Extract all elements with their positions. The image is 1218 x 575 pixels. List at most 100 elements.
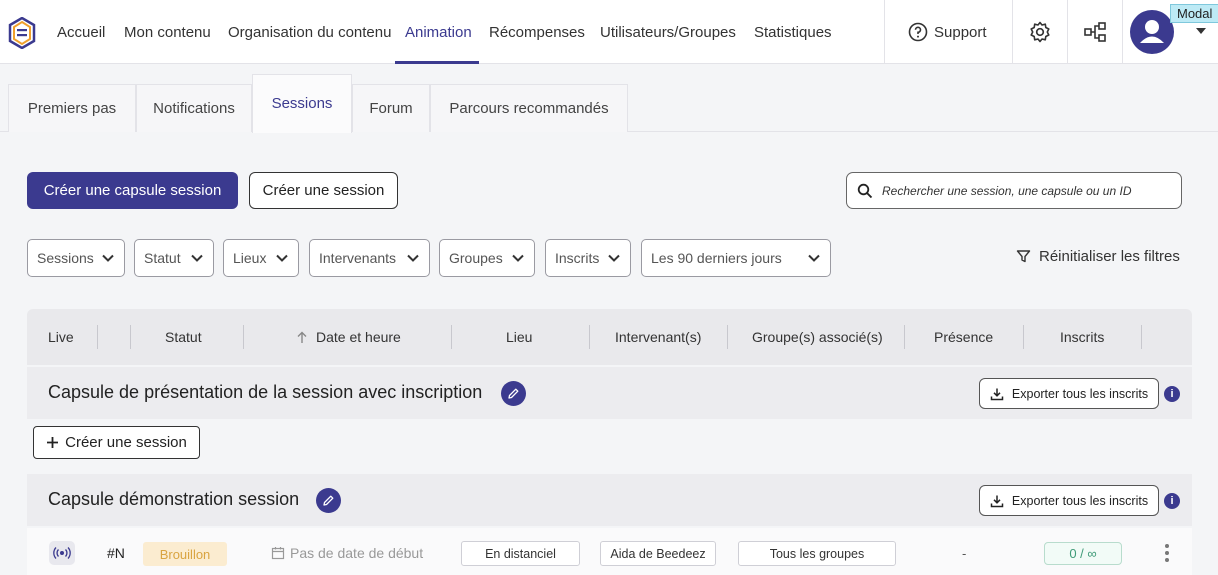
groups-chip: Tous les groupes — [738, 541, 896, 566]
account-dropdown-caret[interactable] — [1196, 28, 1206, 34]
table-row[interactable]: #N Brouillon Pas de date de début En dis… — [27, 528, 1192, 575]
session-id: #N — [107, 545, 125, 561]
column-separator — [727, 325, 728, 349]
chevron-down-icon — [608, 254, 620, 262]
support-label: Support — [934, 23, 987, 41]
create-capsule-button[interactable]: Créer une capsule session — [27, 172, 238, 209]
nav-item-mon-contenu[interactable]: Mon contenu — [124, 24, 211, 41]
user-avatar[interactable] — [1130, 10, 1174, 54]
capsule-row: Capsule de présentation de la session av… — [27, 367, 1192, 419]
status-badge: Brouillon — [143, 542, 227, 566]
capsule-title: Capsule de présentation de la session av… — [48, 382, 483, 402]
column-separator — [904, 325, 905, 349]
more-options-icon[interactable] — [1162, 544, 1172, 562]
table-header: Live Statut Date et heure Lieu Intervena… — [27, 309, 1192, 365]
column-separator — [243, 325, 244, 349]
speaker-chip: Aida de Beedeez — [600, 541, 716, 566]
filter-label: Intervenants — [319, 250, 397, 266]
gear-icon[interactable] — [1028, 20, 1052, 44]
location-chip: En distanciel — [461, 541, 580, 566]
search-input[interactable] — [882, 183, 1172, 198]
column-separator — [1023, 325, 1024, 349]
info-icon[interactable]: i — [1164, 493, 1180, 509]
info-icon[interactable]: i — [1164, 386, 1180, 402]
reset-filters-button[interactable]: Réinitialiser les filtres — [1016, 248, 1180, 265]
modal-tag: Modal — [1170, 4, 1218, 23]
chevron-down-icon — [276, 254, 288, 262]
nav-item-recompenses[interactable]: Récompenses — [489, 24, 585, 41]
chevron-down-icon — [102, 254, 114, 262]
capsule-title: Capsule démonstration session — [48, 489, 300, 509]
divider — [1012, 0, 1013, 64]
filter-label: Groupes — [449, 250, 503, 266]
divider — [884, 0, 885, 64]
nav-item-accueil[interactable]: Accueil — [57, 24, 105, 41]
create-session-button[interactable]: Créer une session — [249, 172, 398, 209]
edit-capsule-button[interactable] — [501, 381, 526, 406]
nav-item-animation[interactable]: Animation — [405, 24, 472, 41]
column-separator — [1141, 325, 1142, 349]
calendar-icon — [271, 547, 285, 560]
nav-item-statistiques[interactable]: Statistiques — [754, 24, 832, 41]
top-navigation: Accueil Mon contenu Organisation du cont… — [0, 0, 1218, 64]
search-icon — [857, 183, 873, 198]
column-header-live[interactable]: Live — [48, 329, 74, 345]
sort-arrow-up-icon[interactable] — [296, 331, 308, 344]
column-header-presence[interactable]: Présence — [934, 329, 993, 345]
search-box — [846, 172, 1182, 209]
filter-label: Inscrits — [555, 250, 600, 266]
filter-inscrits[interactable]: Inscrits — [545, 239, 631, 277]
pencil-icon — [508, 388, 519, 399]
presence-value: - — [962, 546, 967, 561]
add-session-button[interactable]: Créer une session — [33, 426, 200, 459]
filter-label: Lieux — [233, 250, 267, 266]
user-icon — [1140, 20, 1164, 43]
tab-sessions[interactable]: Sessions — [252, 74, 352, 133]
divider — [1067, 0, 1068, 64]
column-header-statut[interactable]: Statut — [165, 329, 202, 345]
filter-lieux[interactable]: Lieux — [223, 239, 299, 277]
filter-icon — [1016, 250, 1031, 263]
filter-label: Sessions — [37, 250, 94, 266]
column-header-inscrits[interactable]: Inscrits — [1060, 329, 1104, 345]
nav-item-utilisateurs-groupes[interactable]: Utilisateurs/Groupes — [600, 24, 736, 41]
help-circle-icon — [908, 22, 928, 42]
filter-sessions[interactable]: Sessions — [27, 239, 125, 277]
reset-filters-label: Réinitialiser les filtres — [1039, 248, 1180, 265]
date-label: Pas de date de début — [290, 545, 424, 561]
tab-premiers-pas[interactable]: Premiers pas — [8, 84, 136, 132]
export-inscrits-button[interactable]: Exporter tous les inscrits — [979, 485, 1159, 516]
column-header-lieu[interactable]: Lieu — [506, 329, 532, 345]
live-broadcast-icon[interactable] — [49, 541, 75, 565]
tab-parcours-recommandes[interactable]: Parcours recommandés — [430, 84, 628, 132]
tab-notifications[interactable]: Notifications — [136, 84, 252, 132]
export-inscrits-button[interactable]: Exporter tous les inscrits — [979, 378, 1159, 409]
pencil-icon — [323, 495, 334, 506]
column-separator — [130, 325, 131, 349]
edit-capsule-button[interactable] — [316, 488, 341, 513]
tab-forum[interactable]: Forum — [352, 84, 430, 132]
support-link[interactable]: Support — [908, 22, 987, 42]
filter-label: Les 90 derniers jours — [651, 250, 782, 266]
filter-date-range[interactable]: Les 90 derniers jours — [641, 239, 831, 277]
app-logo-icon[interactable] — [8, 17, 36, 49]
capsule-row: Capsule démonstration session Exporter t… — [27, 474, 1192, 526]
filter-intervenants[interactable]: Intervenants — [309, 239, 430, 277]
column-header-groupes[interactable]: Groupe(s) associé(s) — [752, 329, 883, 345]
filter-label: Statut — [144, 250, 181, 266]
filter-groupes[interactable]: Groupes — [439, 239, 535, 277]
download-icon — [990, 495, 1004, 507]
column-header-intervenants[interactable]: Intervenant(s) — [615, 329, 701, 345]
column-header-date[interactable]: Date et heure — [316, 329, 401, 345]
export-label: Exporter tous les inscrits — [1011, 493, 1149, 508]
column-separator — [451, 325, 452, 349]
session-date: Pas de date de début — [271, 545, 423, 561]
hierarchy-icon[interactable] — [1083, 20, 1107, 44]
chevron-down-icon — [512, 254, 524, 262]
export-label: Exporter tous les inscrits — [1011, 386, 1149, 401]
chevron-down-icon — [808, 254, 820, 262]
add-session-label: Créer une session — [65, 434, 187, 451]
inscrits-value[interactable]: 0 / ∞ — [1044, 542, 1122, 565]
nav-item-organisation[interactable]: Organisation du contenu — [228, 24, 391, 41]
filter-statut[interactable]: Statut — [134, 239, 214, 277]
